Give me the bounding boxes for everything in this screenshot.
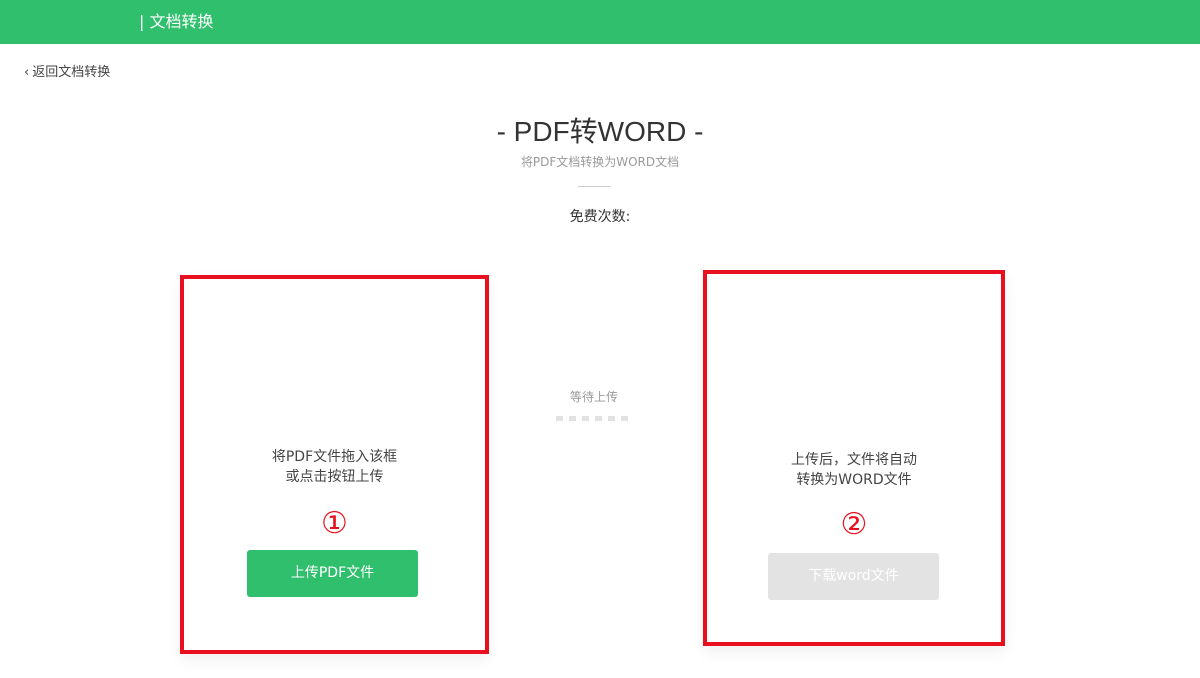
upload-pdf-button[interactable]: 上传PDF文件: [247, 550, 418, 597]
upload-instructions: 将PDF文件拖入该框 或点击按钮上传: [180, 447, 489, 487]
download-instruction-line-2: 转换为WORD文件: [796, 472, 912, 488]
page-title: - PDF转WORD -: [496, 116, 704, 147]
progress-dots: [556, 416, 632, 422]
progress-dot: [608, 416, 615, 421]
download-panel: 上传后，文件将自动 转换为WORD文件 ② 下载word文件: [703, 270, 1005, 646]
upload-instruction-line-2: 或点击按钮上传: [285, 469, 384, 485]
download-instructions: 上传后，文件将自动 转换为WORD文件: [703, 450, 1005, 490]
progress-dot: [556, 416, 563, 421]
upload-drop-zone[interactable]: 将PDF文件拖入该框 或点击按钮上传 ① 上传PDF文件: [180, 275, 489, 654]
progress-dot: [569, 416, 576, 421]
download-word-button[interactable]: 下载word文件: [768, 553, 939, 600]
back-link-label: 返回文档转换: [32, 65, 111, 80]
app-title: | 文档转换: [139, 12, 214, 31]
progress-dot: [582, 416, 589, 421]
back-link[interactable]: ‹ 返回文档转换: [24, 64, 110, 82]
title-divider: [578, 186, 610, 187]
page-subtitle: 将PDF文档转换为WORD文档: [520, 155, 680, 169]
top-bar: | 文档转换: [0, 0, 1200, 44]
upload-instruction-line-1: 将PDF文件拖入该框: [271, 449, 398, 465]
step-marker-2: ②: [840, 507, 868, 542]
step-marker-1: ①: [321, 506, 348, 541]
free-count: 免费次数:: [569, 209, 631, 225]
chevron-left-icon: ‹: [24, 65, 30, 80]
download-instruction-line-1: 上传后，文件将自动: [791, 452, 917, 468]
progress-dot: [621, 416, 628, 421]
progress-dot: [595, 416, 602, 421]
status-label: 等待上传: [569, 390, 618, 404]
